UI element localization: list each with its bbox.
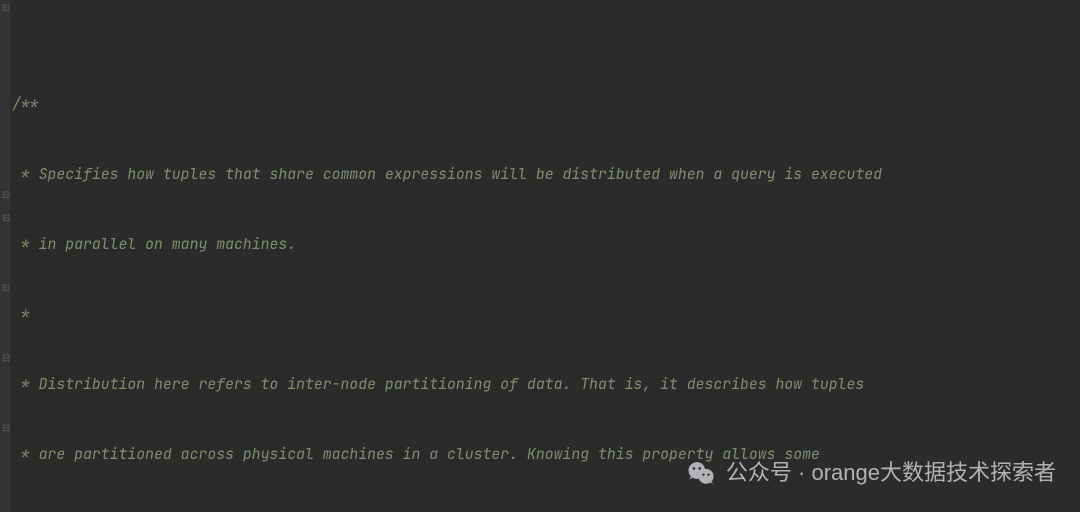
code-line: /** xyxy=(12,93,1080,116)
fold-marker-icon[interactable]: ⊟ xyxy=(2,353,10,363)
code-line: * Distribution here refers to inter-node… xyxy=(12,373,1080,396)
fold-marker-icon[interactable]: ⊟ xyxy=(2,190,10,200)
code-line: * Specifies how tuples that share common… xyxy=(12,163,1080,186)
fold-marker-icon[interactable]: ⊟ xyxy=(2,423,10,433)
fold-marker-icon[interactable]: ⊟ xyxy=(2,283,10,293)
fold-gutter: ⊟ ⊟ ⊟ ⊟ ⊟ ⊟ xyxy=(0,0,10,512)
fold-marker-icon[interactable]: ⊟ xyxy=(2,3,10,13)
code-line: * are partitioned across physical machin… xyxy=(12,443,1080,466)
code-line: * in parallel on many machines. xyxy=(12,233,1080,256)
fold-marker-icon[interactable]: ⊟ xyxy=(2,213,10,223)
code-editor[interactable]: ⊟ ⊟ ⊟ ⊟ ⊟ ⊟ /** * Specifies how tuples t… xyxy=(0,0,1080,512)
code-line: * xyxy=(12,303,1080,326)
